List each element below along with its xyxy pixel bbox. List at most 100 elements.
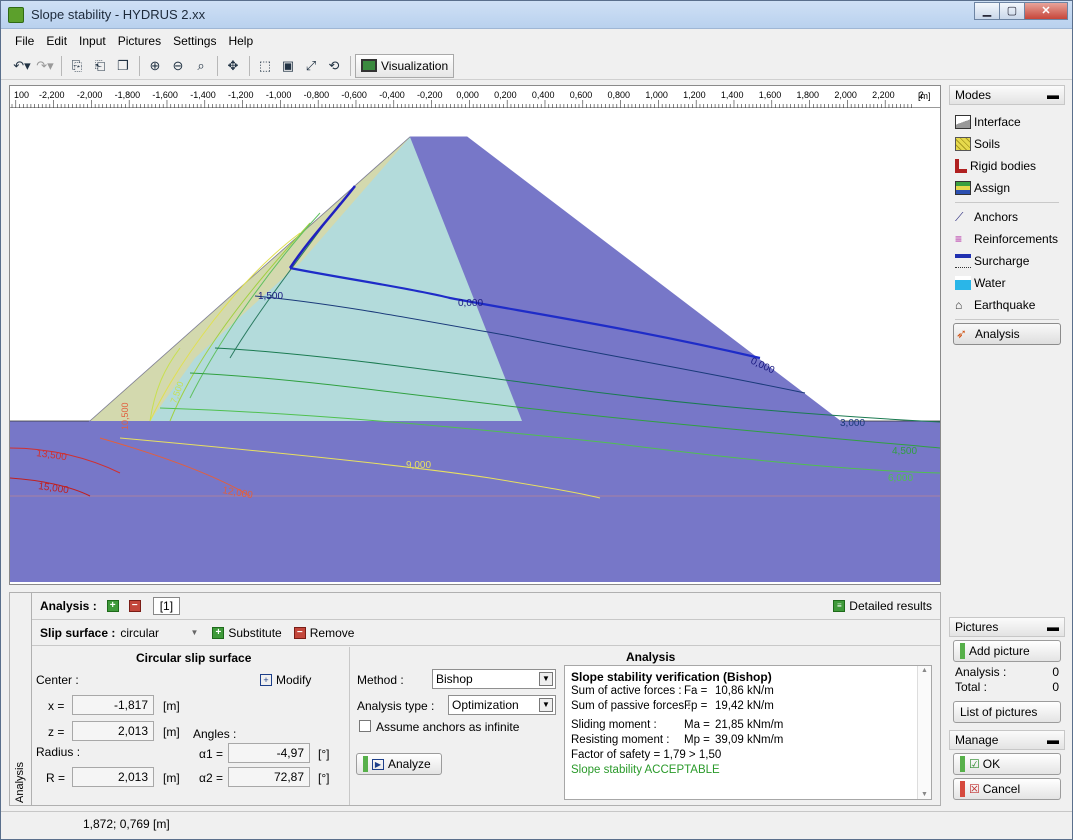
analysis-label: Analysis : [40, 599, 97, 613]
detailed-results-button[interactable]: ≡ Detailed results [833, 599, 932, 613]
menu-settings[interactable]: Settings [167, 31, 222, 51]
ruler-tick-label: 0,800 [608, 90, 631, 100]
mode-interface[interactable]: Interface [949, 111, 1065, 133]
slope-model[interactable]: 1,500 0,000 0,000 3,000 4,500 6,000 9,00… [10, 108, 940, 582]
list-of-pictures-button[interactable]: List of pictures [953, 701, 1061, 723]
cancel-button[interactable]: ☒ Cancel [953, 778, 1061, 800]
center-z-input[interactable]: 2,013 [72, 721, 154, 741]
zoom-in-icon[interactable]: ⊕ [144, 55, 166, 77]
visualization-button[interactable]: Visualization [355, 53, 455, 78]
analysis-results-title: Analysis [626, 650, 676, 664]
collapse-icon[interactable]: ▬ [1047, 733, 1059, 747]
mode-water[interactable]: Water [949, 272, 1065, 294]
drawing-canvas[interactable]: 100 -2,200 -2,000 -1,800 -1,600 -1,400 -1,200 -… [9, 85, 941, 585]
analysis-type-select[interactable]: Optimization ▼ [448, 695, 556, 715]
copy-view-icon[interactable]: ⎘ [66, 55, 88, 77]
ruler-tick-label: 0,000 [456, 90, 479, 100]
pictures-title: Pictures [955, 620, 999, 634]
slip-surface-select[interactable]: circular ▼ [120, 624, 200, 642]
pan-icon[interactable]: ✥ [222, 55, 244, 77]
app-icon [8, 7, 24, 23]
button-accent [960, 781, 965, 797]
button-accent [960, 756, 965, 772]
method-select[interactable]: Bishop ▼ [432, 669, 556, 689]
mode-label: Assign [974, 181, 1011, 195]
manage-title: Manage [955, 733, 999, 747]
substitute-button[interactable]: + Substitute [212, 626, 282, 640]
menu-input[interactable]: Input [73, 31, 112, 51]
mode-assign[interactable]: Assign [949, 177, 1065, 199]
result-label: Sliding moment : [571, 719, 657, 731]
copy-picture-icon[interactable]: ⎗ [89, 55, 111, 77]
result-value: 21,85 kNm/m [715, 719, 784, 731]
radius-input[interactable]: 2,013 [72, 767, 154, 787]
maximize-button[interactable]: ▢ [999, 2, 1025, 20]
analyze-button[interactable]: ▶ Analyze [356, 753, 442, 775]
results-icon: ≡ [833, 600, 846, 612]
result-value: 19,42 kN/m [715, 700, 774, 712]
paste-icon[interactable]: ❐ [112, 55, 134, 77]
add-picture-button[interactable]: Add picture [953, 640, 1061, 662]
result-label: Resisting moment : [571, 734, 670, 746]
add-analysis-icon[interactable]: + [106, 600, 119, 612]
scroll-down-icon[interactable]: ▼ [921, 791, 928, 798]
center-x-input[interactable]: -1,817 [72, 695, 154, 715]
alpha2-input[interactable]: 72,87 [228, 767, 310, 787]
fit-view-icon[interactable]: ▣ [277, 55, 299, 77]
remove-analysis-icon[interactable]: − [128, 600, 141, 612]
fullscreen-icon[interactable]: ⤢ [300, 55, 322, 77]
mode-surcharge[interactable]: Surcharge [949, 250, 1065, 272]
x-unit: [m] [163, 699, 180, 713]
window-title: Slope stability - HYDRUS 2.xx [31, 7, 206, 22]
mode-anchors[interactable]: ⟋ Anchors [949, 206, 1065, 228]
close-button[interactable]: ✕ [1024, 2, 1068, 20]
mode-soils[interactable]: Soils [949, 133, 1065, 155]
chevron-down-icon: ▼ [190, 627, 199, 637]
method-label: Method : [357, 673, 404, 687]
r-label: R = [46, 771, 66, 785]
collapse-icon[interactable]: ▬ [1047, 88, 1059, 102]
zoom-out-icon[interactable]: ⊖ [167, 55, 189, 77]
mode-label: Interface [974, 115, 1021, 129]
mode-rigid-bodies[interactable]: Rigid bodies [949, 155, 1065, 177]
minimize-button[interactable]: ▁ [974, 2, 1000, 20]
scroll-up-icon[interactable]: ▲ [921, 667, 928, 674]
mode-label: Surcharge [974, 254, 1030, 268]
refresh-zoom-icon[interactable]: ⟲ [323, 55, 345, 77]
radius-label: Radius : [36, 745, 81, 759]
undo-icon[interactable]: ↶▾ [11, 55, 33, 77]
remove-button[interactable]: − Remove [293, 626, 354, 640]
contour-label: 10,500 [120, 402, 130, 430]
r-unit: [m] [163, 771, 180, 785]
ruler-tick-label: -2,000 [77, 90, 103, 100]
ruler-tick-label: -0,200 [417, 90, 443, 100]
ruler-tick-label: 2,200 [872, 90, 895, 100]
alpha2-label: α2 = [199, 771, 223, 785]
count-label: Total : [955, 680, 988, 694]
ruler-tick-label: -1,200 [228, 90, 254, 100]
slip-surface-bar: Slip surface : circular ▼ + Substitute −… [32, 620, 940, 646]
select-region-icon[interactable]: ⬚ [254, 55, 276, 77]
menu-edit[interactable]: Edit [40, 31, 73, 51]
soils-icon [955, 137, 971, 151]
collapse-icon[interactable]: ▬ [1047, 620, 1059, 634]
analysis-side-tab[interactable]: Analysis [10, 593, 32, 805]
zoom-window-icon[interactable]: ⌕ [190, 55, 212, 77]
redo-icon[interactable]: ↷▾ [34, 55, 56, 77]
mode-analysis[interactable]: ➶ Analysis [953, 323, 1061, 345]
results-scrollbar[interactable]: ▲ ▼ [917, 666, 931, 799]
mode-reinforcements[interactable]: ≡ Reinforcements [949, 228, 1065, 250]
modify-button[interactable]: + Modify [260, 673, 311, 687]
menu-help[interactable]: Help [222, 31, 259, 51]
ok-button[interactable]: ☑ OK [953, 753, 1061, 775]
mode-label: Reinforcements [974, 232, 1059, 246]
analysis-frame: Analysis Analysis : + − [1] ≡ Detailed r… [9, 592, 941, 806]
menu-pictures[interactable]: Pictures [112, 31, 167, 51]
mode-earthquake[interactable]: ⌂ Earthquake [949, 294, 1065, 316]
ok-label: OK [982, 757, 1001, 771]
anchors-infinite-checkbox[interactable] [359, 720, 371, 732]
water-icon [955, 276, 971, 290]
alpha1-input[interactable]: -4,97 [228, 743, 310, 763]
analysis-index-tab[interactable]: [1] [152, 597, 181, 615]
menu-file[interactable]: File [9, 31, 40, 51]
